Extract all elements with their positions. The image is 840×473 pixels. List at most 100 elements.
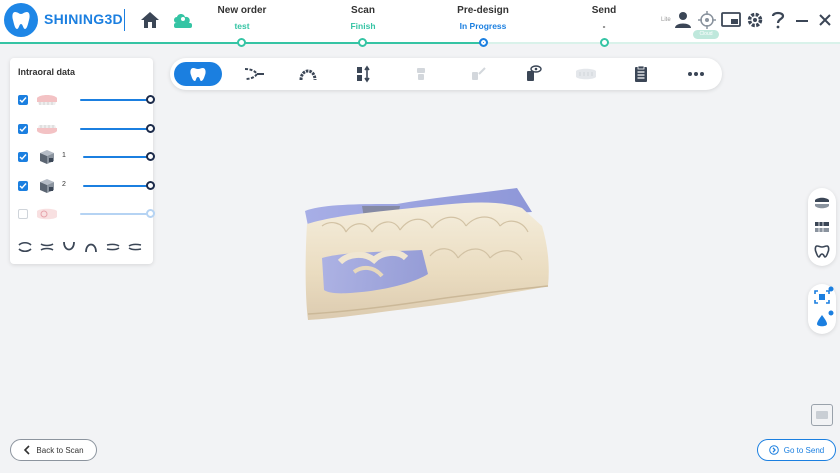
opacity-slider[interactable] [80,99,150,101]
badge-dot-icon [828,310,834,316]
jaw-disabled-icon [576,68,596,80]
view-tooth-icon [527,65,542,81]
visibility-checkbox[interactable] [18,124,28,134]
data-row-lower [18,121,155,137]
visibility-checkbox[interactable] [18,209,28,219]
tooth-scan-icon [190,68,206,81]
tooth-scan-tool[interactable] [174,62,222,86]
lower-jaw-thumb-icon [36,121,58,137]
brand-name: SHINING3D [44,11,123,27]
right-view-panel [808,284,836,334]
arch-tool[interactable] [290,62,326,86]
step-dot-pre-design [479,38,488,47]
upper-jaw-thumb-icon [36,92,58,108]
view-left-icon[interactable] [106,241,120,253]
help-icon[interactable] [767,9,789,31]
view-lower-arch-icon[interactable] [62,241,76,253]
view-upper-icon[interactable] [18,241,32,253]
opacity-slider[interactable] [80,128,150,130]
step-title: Send [591,5,617,16]
intraoral-data-panel: Intraoral data 1 2 [10,58,155,264]
opacity-slider[interactable] [80,213,150,215]
occlusion-icon[interactable] [814,196,830,210]
step-scan[interactable]: Scan Finish [313,5,413,31]
section-icon[interactable] [814,220,830,234]
back-button-label: Back to Scan [36,445,84,455]
step-send[interactable]: Send - [554,5,654,31]
header: SHINING3D New order test Scan Finish Pre… [0,0,840,47]
report-icon [635,65,647,82]
view-tooth-tool[interactable] [514,62,550,86]
bite-cube-icon [36,149,58,165]
step-pre-design[interactable]: Pre-design In Progress [433,5,533,31]
user-icon[interactable] [672,9,694,31]
brush-disabled-tool[interactable] [460,62,496,86]
dental-3d-model[interactable] [302,186,552,322]
step-status: In Progress [459,21,507,31]
minimize-icon[interactable] [791,9,813,31]
jaw-disabled-tool[interactable] [568,62,604,86]
badge-dot-icon [828,286,834,292]
right-tool-panel [808,188,836,266]
step-status: - [602,21,606,31]
step-title: Pre-design [457,5,509,16]
water-drop-icon[interactable] [814,314,830,328]
step-status: test [234,21,250,31]
opacity-slider[interactable] [83,185,150,187]
trim-tool[interactable] [236,62,272,86]
row-label: 1 [62,152,66,159]
brand-divider [124,9,125,31]
visibility-checkbox[interactable] [18,152,28,162]
prep-thumb-icon [36,206,58,222]
screenshot-frame-icon[interactable] [811,404,833,426]
close-icon[interactable] [814,9,836,31]
row-label: 2 [62,181,66,188]
opacity-slider-knob[interactable] [146,209,155,218]
brush-disabled-icon [472,67,486,80]
target-icon[interactable] [696,9,718,31]
margin-tool[interactable] [346,62,382,86]
data-row-bite-1: 1 [18,149,155,165]
data-row-upper [18,92,155,108]
tooth-view-icon[interactable] [814,244,830,258]
visibility-checkbox[interactable] [18,181,28,191]
opacity-slider-knob[interactable] [146,152,155,161]
back-to-scan-button[interactable]: Back to Scan [10,439,97,461]
trim-icon [244,68,264,80]
screen-capture-icon[interactable] [720,9,742,31]
view-upper-arch-icon[interactable] [84,241,98,253]
jaw-view-icons [18,241,148,253]
opacity-slider[interactable] [83,156,150,158]
more-icon [688,72,704,76]
bite-cube-icon [36,178,58,194]
visibility-checkbox[interactable] [18,95,28,105]
design-toolbar [170,58,722,90]
step-dot-scan [358,38,367,47]
step-dot-send [600,38,609,47]
cloud-status-pill: Cloud [693,30,719,39]
opacity-slider-knob[interactable] [146,95,155,104]
arch-icon [299,69,317,81]
data-row-prep [18,206,155,222]
gear-icon[interactable] [744,9,766,31]
tooth-disabled-tool[interactable] [403,62,439,86]
home-icon[interactable] [139,9,161,31]
panel-title: Intraoral data [18,67,76,77]
report-tool[interactable] [623,62,659,86]
step-new-order[interactable]: New order test [192,5,292,31]
step-title: Scan [351,5,375,16]
opacity-slider-knob[interactable] [146,181,155,190]
tooth-disabled-icon [417,68,425,80]
step-status: Finish [350,21,376,31]
chevron-left-icon [24,445,30,455]
margin-icon [357,65,370,83]
view-both-icon[interactable] [40,241,54,253]
view-right-icon[interactable] [128,241,142,253]
fit-view-icon[interactable] [814,290,830,304]
next-button-label: Go to Send [783,445,825,455]
chevron-right-circle-icon [768,445,779,455]
go-to-send-button[interactable]: Go to Send [757,439,836,461]
data-row-bite-2: 2 [18,178,155,194]
more-tool[interactable] [678,62,714,86]
opacity-slider-knob[interactable] [146,124,155,133]
